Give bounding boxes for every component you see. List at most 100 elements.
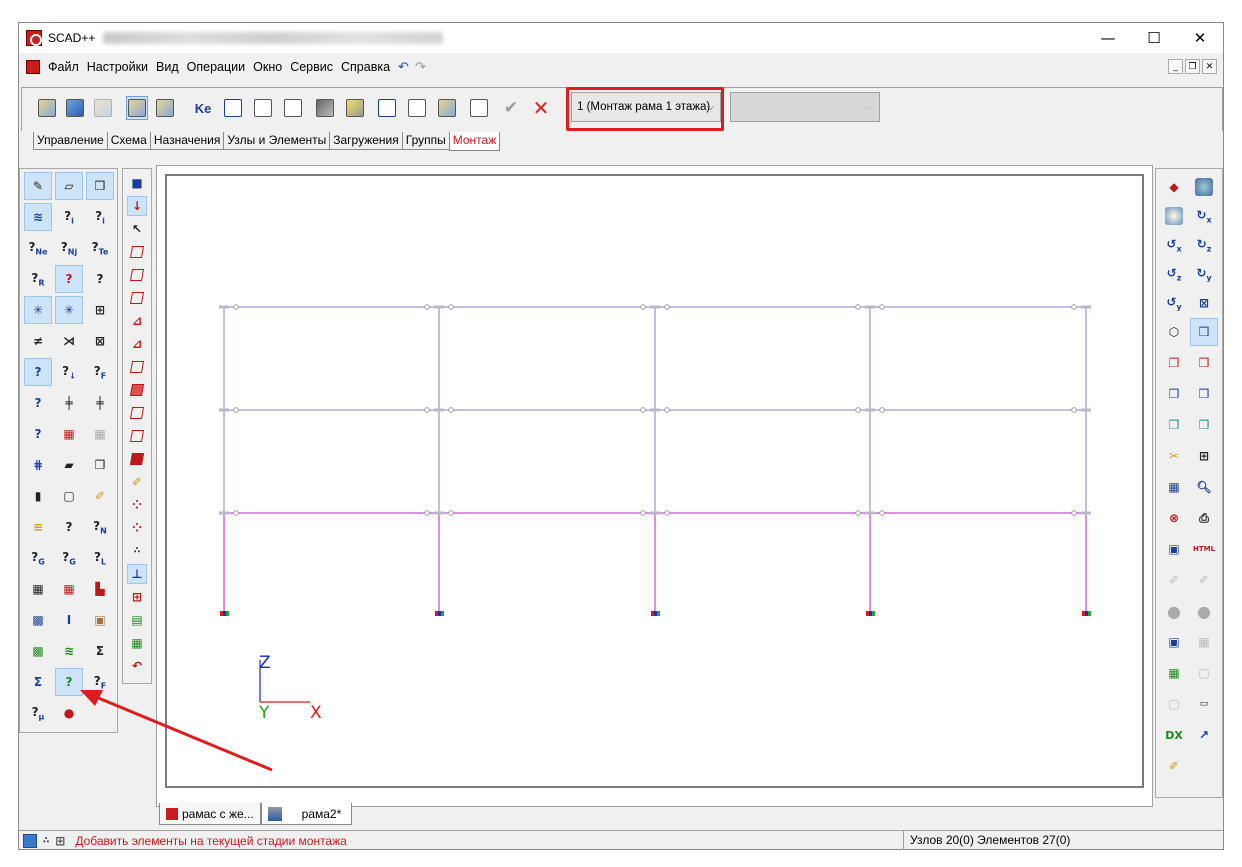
view-undo-icon[interactable]: ↶ (127, 656, 147, 676)
axes-icon[interactable]: ✳ (24, 296, 52, 324)
axes-local-icon[interactable]: ✳ (55, 296, 83, 324)
select-red-icon[interactable]: ↓ (127, 196, 147, 216)
hinge-minus-icon[interactable] (282, 96, 304, 120)
design-canvas[interactable] (156, 165, 1153, 807)
dots-icon[interactable]: ∴ (127, 541, 147, 561)
info-nj-icon[interactable]: ?Nj (55, 234, 83, 262)
secondary-combo[interactable]: ⌵ (730, 92, 880, 122)
scatter-red-2-icon[interactable]: ⁘ (127, 518, 147, 538)
no-filter-icon[interactable]: ⊗ (1160, 504, 1188, 532)
view-front-icon[interactable]: ❒ (1160, 349, 1188, 377)
html-export-icon[interactable]: HTML (1190, 535, 1218, 563)
tab-assignments[interactable]: Назначения (149, 132, 225, 150)
tab-nodes-elements[interactable]: Узлы и Элементы (223, 132, 331, 150)
grid-disabled-right-icon[interactable]: ▦ (1190, 628, 1218, 656)
mdi-close-icon[interactable]: ✕ (1202, 59, 1217, 74)
table-red-icon[interactable]: ▦ (55, 575, 83, 603)
box-view-6-icon[interactable] (127, 403, 147, 423)
info-hinge-icon[interactable]: ? (55, 265, 83, 293)
doc-tab-1[interactable]: рамас с же... (159, 803, 261, 825)
rotate-y2-icon[interactable]: ↺y (1160, 289, 1188, 317)
projection-icon[interactable]: ❒ (1190, 318, 1218, 346)
fill-icon[interactable]: ■ (127, 173, 147, 193)
info-move-icon[interactable]: ? (24, 420, 52, 448)
fit-icon[interactable]: ▣ (1160, 628, 1188, 656)
doc-tab-2[interactable]: рама2* (260, 803, 353, 825)
frame-view-1-icon[interactable]: ⊿ (127, 311, 147, 331)
view-top-icon[interactable]: ❒ (1160, 411, 1188, 439)
mesh-icon[interactable]: ▦ (1160, 473, 1188, 501)
stage-export-icon[interactable] (36, 96, 58, 120)
zoom-icon[interactable]: 🔍︎ (1190, 473, 1218, 501)
sum-table-icon[interactable]: Σ (86, 637, 114, 665)
undo-icon[interactable]: ↶ (398, 60, 409, 75)
dx-button[interactable]: DX (1160, 721, 1188, 749)
info-r-icon[interactable]: ?R (24, 265, 52, 293)
screen-icon[interactable]: ▣ (1160, 535, 1188, 563)
rotate-y-icon[interactable]: ↻y (1190, 260, 1218, 288)
mounting-info-icon[interactable]: ? (55, 668, 83, 696)
view-right-icon[interactable]: ❒ (1190, 380, 1218, 408)
maximize-button[interactable]: ☐ (1131, 23, 1177, 53)
view-back-icon[interactable]: ❒ (1190, 349, 1218, 377)
status-grid-icon[interactable]: ⊞ (55, 834, 65, 848)
view-bottom-icon[interactable]: ❒ (1190, 411, 1218, 439)
rotate-free-icon[interactable] (1190, 173, 1218, 201)
rotate-3d-icon[interactable]: ◆ (1160, 173, 1188, 201)
load-force-icon[interactable]: ?F (86, 358, 114, 386)
box-view-2-icon[interactable] (127, 265, 147, 285)
node-cross-icon[interactable]: ╪ (55, 389, 83, 417)
stage-table-icon[interactable] (436, 96, 458, 120)
disabled-circle-1-icon[interactable]: ● (1160, 597, 1188, 625)
menu-view[interactable]: Вид (152, 60, 183, 74)
menu-service[interactable]: Сервис (286, 60, 337, 74)
info-ne-icon[interactable]: ?Ne (24, 234, 52, 262)
disabled-paint-2-icon[interactable]: ✐ (1190, 566, 1218, 594)
tab-loads[interactable]: Загружения (329, 132, 403, 150)
mdi-restore-icon[interactable]: ❐ (1185, 59, 1200, 74)
menu-operations[interactable]: Операции (183, 60, 249, 74)
support-icon[interactable] (222, 96, 244, 120)
box-view-5-icon[interactable] (127, 380, 147, 400)
green-table-icon[interactable]: ▦ (1160, 659, 1188, 687)
menu-help[interactable]: Справка (337, 60, 394, 74)
ibeam-icon[interactable]: I (55, 606, 83, 634)
link-icon[interactable]: ⋊ (55, 327, 83, 355)
load-distributed-icon[interactable]: ? (24, 358, 52, 386)
disabled-lock-2-icon[interactable]: ▢ (1160, 690, 1188, 718)
box-view-8-icon[interactable] (127, 449, 147, 469)
view-table-icon[interactable]: ▦ (127, 633, 147, 653)
box-view-1-icon[interactable] (127, 242, 147, 262)
solid-icon[interactable]: ❒ (86, 172, 114, 200)
sum-nodes-icon[interactable]: Σ (24, 668, 52, 696)
info-n-icon[interactable]: ?N (86, 513, 114, 541)
load-pattern-icon[interactable]: ? (24, 389, 52, 417)
tab-groups[interactable]: Группы (401, 132, 450, 150)
scatter-red-1-icon[interactable]: ⁘ (127, 495, 147, 515)
apply-check-icon[interactable]: ✔ (500, 96, 522, 120)
rotate-x-icon[interactable]: ↻x (1190, 202, 1218, 230)
color-grid-icon[interactable]: ▩ (24, 606, 52, 634)
brush-view-icon[interactable]: ✐ (127, 472, 147, 492)
pointer-icon[interactable]: ↖ (127, 219, 147, 239)
info-f-icon[interactable]: ?F (86, 668, 114, 696)
disabled-paint-1-icon[interactable]: ✐ (1160, 566, 1188, 594)
status-mount-icon[interactable] (23, 833, 37, 848)
zoom-box-icon[interactable]: ⊠ (1190, 289, 1218, 317)
minimize-button[interactable]: — (1085, 23, 1131, 53)
pipe-icon[interactable]: ↗ (1190, 721, 1218, 749)
load-point-icon[interactable]: ?↓ (55, 358, 83, 386)
rotate-z2-icon[interactable]: ↺z (1160, 260, 1188, 288)
info-g2-icon[interactable]: ?G (55, 544, 83, 572)
info-node-icon[interactable]: ?i (86, 203, 114, 231)
rotate-x2-icon[interactable]: ↺x (1160, 231, 1188, 259)
box-view-4-icon[interactable] (127, 357, 147, 377)
view-chart-icon[interactable]: ▤ (127, 610, 147, 630)
slab-icon[interactable] (314, 96, 336, 120)
column-marker-icon[interactable]: ▮ (24, 482, 52, 510)
section-g-icon[interactable]: ▣ (86, 606, 114, 634)
info-te-icon[interactable]: ?Te (86, 234, 114, 262)
hinge-plus-icon[interactable] (252, 96, 274, 120)
status-dots-icon[interactable]: ∴ (43, 836, 49, 846)
windows-grid-icon[interactable]: ⊞ (1190, 442, 1218, 470)
